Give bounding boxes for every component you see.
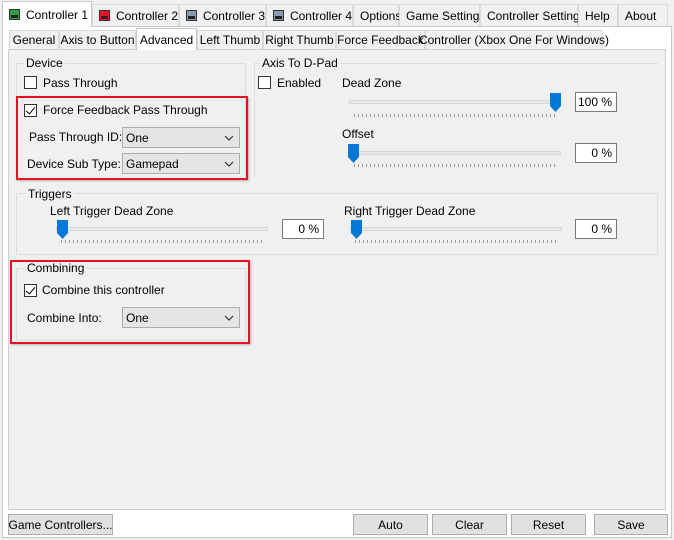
pass-through-checkbox[interactable]	[24, 76, 37, 89]
tab-label: Left Thumb	[199, 33, 261, 47]
tab-help[interactable]: Help	[578, 4, 618, 26]
reset-button[interactable]: Reset	[511, 514, 586, 535]
tab-right-thumb[interactable]: Right Thumb	[263, 30, 336, 49]
left-trigger-slider-ticks	[61, 240, 265, 243]
left-trigger-value[interactable]: 0 %	[282, 219, 324, 239]
right-trigger-value[interactable]: 0 %	[575, 219, 617, 239]
offset-slider-ticks	[354, 164, 558, 167]
dead-zone-slider-ticks	[354, 114, 558, 117]
highlight-box	[16, 96, 248, 180]
auto-button[interactable]: Auto	[353, 514, 428, 535]
offset-value[interactable]: 0 %	[575, 143, 617, 163]
tab-label: Game Settings	[406, 8, 486, 23]
controller-tab-bar: Controller 1 Controller 2 Controller 3 C…	[0, 0, 674, 27]
offset-slider-track[interactable]	[349, 151, 561, 155]
right-trigger-slider-thumb[interactable]	[351, 220, 362, 239]
tab-label: Controller 2	[115, 8, 178, 23]
tab-controller-2[interactable]: Controller 2	[92, 4, 179, 26]
controller-green-icon	[9, 9, 20, 20]
dead-zone-value[interactable]: 100 %	[575, 92, 617, 112]
pass-through-label: Pass Through	[43, 76, 118, 90]
game-controllers-button[interactable]: Game Controllers...	[8, 514, 113, 535]
tab-label: Advanced	[139, 32, 194, 47]
tab-axis-to-button[interactable]: Axis to Button	[59, 30, 136, 49]
tab-label: Help	[585, 8, 610, 23]
tab-label: Axis to Button	[60, 33, 135, 47]
triggers-group	[16, 193, 658, 255]
tab-left-thumb[interactable]: Left Thumb	[197, 30, 263, 49]
tab-options[interactable]: Options	[353, 4, 402, 26]
left-trigger-label: Left Trigger Dead Zone	[50, 204, 174, 218]
tab-controller-3[interactable]: Controller 3	[179, 4, 266, 26]
left-trigger-slider-thumb[interactable]	[57, 220, 68, 239]
save-button[interactable]: Save	[594, 514, 668, 535]
tab-label: Options	[360, 8, 402, 23]
tab-controller-1[interactable]: Controller 1	[2, 1, 92, 27]
tab-label: Controller 1	[26, 7, 89, 22]
tab-label: Controller Settings	[487, 8, 586, 23]
tab-label: Controller 3	[202, 8, 265, 23]
tab-game-settings[interactable]: Game Settings	[399, 4, 485, 26]
tab-general[interactable]: General	[9, 30, 59, 49]
offset-slider-thumb[interactable]	[348, 144, 359, 163]
dpad-enabled-label: Enabled	[277, 76, 322, 90]
right-trigger-slider-track[interactable]	[350, 227, 562, 231]
tab-advanced[interactable]: Advanced	[136, 28, 197, 50]
tab-label: General	[12, 33, 56, 47]
tab-controller-settings[interactable]: Controller Settings	[480, 4, 586, 26]
dead-zone-slider-track[interactable]	[349, 100, 561, 104]
left-trigger-slider-track[interactable]	[56, 227, 268, 231]
controller-gray-icon	[186, 10, 197, 21]
highlight-box	[10, 260, 250, 344]
axis-to-dpad-title: Axis To D-Pad	[260, 56, 340, 70]
tab-label: Force Feedback	[337, 33, 424, 47]
dead-zone-slider-thumb[interactable]	[550, 93, 561, 112]
offset-label: Offset	[342, 127, 374, 141]
controller-gray-icon	[273, 10, 284, 21]
tab-label: Controller 4	[289, 8, 352, 23]
tab-about[interactable]: About	[618, 4, 668, 26]
controller-red-icon	[99, 10, 110, 21]
tab-controller-4[interactable]: Controller 4	[266, 4, 353, 26]
tab-label: Right Thumb	[265, 33, 334, 47]
tab-force-feedback[interactable]: Force Feedback	[336, 30, 425, 49]
tab-label: Controller (Xbox One For Windows)	[418, 33, 610, 47]
tab-controller-device[interactable]: Controller (Xbox One For Windows)	[419, 30, 609, 49]
clear-button[interactable]: Clear	[432, 514, 507, 535]
dead-zone-label: Dead Zone	[342, 76, 402, 90]
dpad-enabled-checkbox[interactable]	[258, 76, 271, 89]
triggers-title: Triggers	[26, 187, 74, 201]
device-group-title: Device	[24, 56, 65, 70]
right-trigger-slider-ticks	[355, 240, 559, 243]
tab-label: About	[625, 8, 657, 23]
right-trigger-label: Right Trigger Dead Zone	[344, 204, 476, 218]
